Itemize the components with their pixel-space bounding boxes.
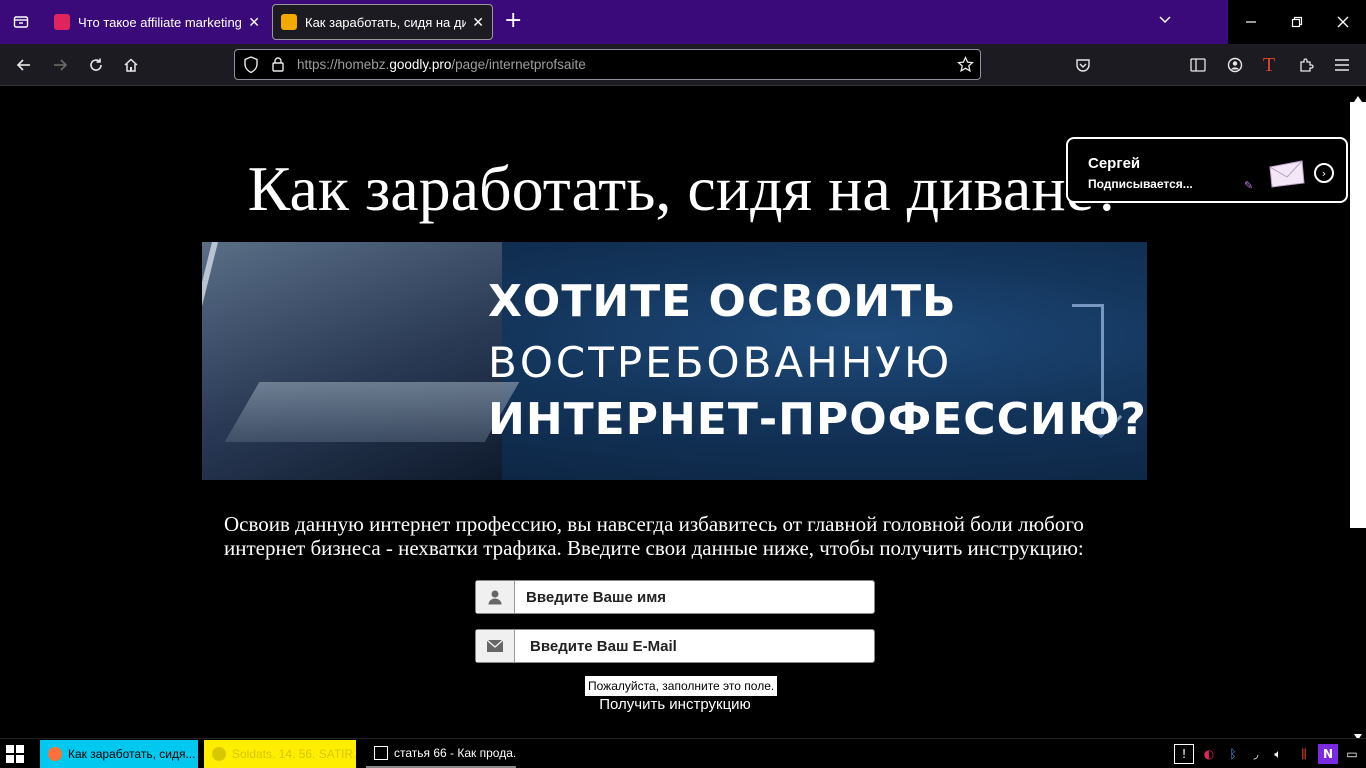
banner-line-3: ИНТЕРНЕТ-ПРОФЕССИЮ?	[488, 394, 1147, 445]
windows-start-icon[interactable]	[6, 745, 26, 765]
firefox-icon	[48, 747, 62, 761]
menu-hamburger-icon[interactable]	[1328, 52, 1356, 78]
banner-line-1: ХОТИТЕ ОСВОИТЬ	[488, 276, 957, 327]
chevron-down-icon[interactable]	[1158, 12, 1172, 30]
description-text: Освоив данную интернет профессию, вы нав…	[224, 512, 1084, 560]
banner-line-2: ВОСТРЕБОВАННУЮ	[488, 338, 953, 387]
lock-icon[interactable]	[271, 56, 285, 76]
close-window-button[interactable]	[1320, 0, 1366, 44]
browser-titlebar: Что такое affiliate marketing – Ц ✕ Как …	[0, 0, 1366, 44]
back-button[interactable]	[10, 52, 38, 78]
url-prefix: https://homebz.	[297, 57, 390, 72]
forward-button[interactable]	[46, 52, 74, 78]
notification-status: Подписывается...	[1088, 177, 1193, 191]
tray-app-icon[interactable]: !	[1174, 744, 1194, 764]
url-domain: goodly.pro	[389, 57, 452, 72]
bluetooth-icon[interactable]: ᛒ	[1223, 744, 1243, 764]
tray-opera-icon[interactable]: ◐	[1199, 744, 1219, 764]
laptop-image	[202, 242, 502, 480]
pocket-icon[interactable]	[1069, 52, 1097, 78]
scrollbar-thumb[interactable]	[1350, 102, 1366, 528]
name-field[interactable]	[475, 580, 875, 614]
sidebar-icon[interactable]	[1184, 52, 1212, 78]
user-icon	[476, 581, 515, 613]
url-text[interactable]: https://homebz.goodly.pro/page/internetp…	[297, 57, 586, 72]
submit-button[interactable]: Получить инструкцию	[570, 696, 780, 713]
address-bar[interactable]: https://homebz.goodly.pro/page/internetp…	[234, 49, 981, 80]
windows-taskbar: Как заработать, сидя... Soldats. 14. 56.…	[0, 738, 1366, 768]
volume-icon[interactable]: 🔈︎	[1268, 744, 1288, 764]
bookmark-star-icon[interactable]	[956, 55, 975, 77]
tab-favicon-icon	[281, 14, 297, 30]
close-tab-icon[interactable]: ✕	[472, 14, 484, 31]
tray-bars-icon[interactable]: ⫼	[1294, 744, 1314, 764]
tab-active-earn-on-couch[interactable]: Как заработать, сидя на диване? ✕	[272, 4, 493, 40]
reload-button[interactable]	[82, 52, 110, 78]
extensions-puzzle-icon[interactable]	[1292, 52, 1320, 78]
email-field[interactable]	[475, 629, 875, 663]
home-button[interactable]	[117, 52, 145, 78]
notification-name: Сергей	[1088, 155, 1141, 172]
envelope-illustration-icon	[1268, 157, 1305, 188]
url-path: /page/internetprofsaite	[451, 57, 586, 72]
email-input[interactable]	[516, 630, 872, 662]
taskbar-word[interactable]: статья 66 - Как прода...	[366, 740, 516, 768]
new-tab-button[interactable]: +	[504, 10, 522, 32]
taskbar-label: Как заработать, сидя...	[68, 747, 196, 761]
account-icon[interactable]	[1221, 52, 1249, 78]
taskbar-firefox[interactable]: Как заработать, сидя...	[40, 740, 198, 768]
tab-affiliate-marketing[interactable]: Что такое affiliate marketing – Ц ✕	[46, 4, 268, 40]
subscriber-notification[interactable]: Сергей Подписывается... ✎ ›	[1066, 137, 1348, 203]
notifications-icon[interactable]: ▭	[1342, 744, 1362, 764]
tray-n-icon[interactable]: N	[1318, 744, 1338, 764]
chevron-right-icon[interactable]: ›	[1314, 163, 1334, 183]
shield-icon[interactable]	[243, 56, 259, 78]
hero-banner: ХОТИТЕ ОСВОИТЬ ВОСТРЕБОВАННУЮ ИНТЕРНЕТ-П…	[202, 242, 1147, 480]
play-icon	[212, 747, 226, 761]
taskbar-media-player[interactable]: Soldats. 14. 56. SATIR...	[204, 740, 356, 768]
list-all-tabs-icon[interactable]	[0, 0, 42, 44]
tab-title: Как заработать, сидя на диване?	[305, 14, 467, 30]
close-tab-icon[interactable]: ✕	[248, 14, 260, 31]
taskbar-label: статья 66 - Как прода...	[394, 746, 516, 760]
page-scrollbar[interactable]	[1350, 86, 1366, 740]
wifi-icon[interactable]: ◞	[1246, 744, 1266, 764]
minimize-button[interactable]	[1228, 0, 1274, 44]
name-input[interactable]	[516, 581, 872, 613]
restore-button[interactable]	[1274, 0, 1320, 44]
validation-tooltip: Пожалуйста, заполните это поле.	[584, 675, 779, 697]
taskbar-label: Soldats. 14. 56. SATIR...	[232, 747, 356, 761]
tab-title: Что такое affiliate marketing – Ц	[78, 14, 242, 30]
extension-t-icon[interactable]: T	[1255, 52, 1283, 78]
tab-favicon-icon	[54, 14, 70, 30]
pencil-icon: ✎	[1244, 179, 1254, 192]
envelope-icon	[476, 630, 515, 662]
document-icon	[374, 746, 388, 760]
navigation-toolbar: https://homebz.goodly.pro/page/internetp…	[0, 44, 1366, 86]
laptop-keyboard-image	[224, 382, 520, 442]
